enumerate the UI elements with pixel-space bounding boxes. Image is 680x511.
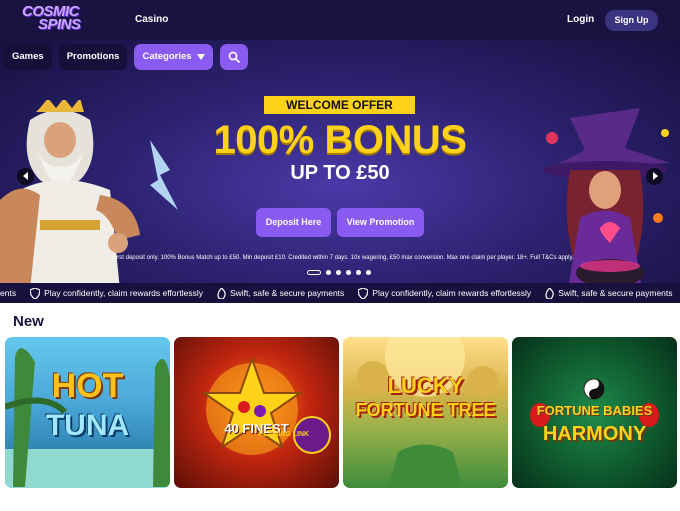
carousel-dot[interactable] bbox=[346, 270, 351, 275]
flame-icon bbox=[217, 287, 226, 299]
carousel-prev-button[interactable] bbox=[17, 168, 34, 185]
search-button[interactable] bbox=[219, 44, 248, 70]
game-title-line-2: HARMONY bbox=[542, 423, 647, 445]
ticker-item: ents bbox=[0, 288, 16, 298]
bonus-subheadline: UP TO £50 bbox=[290, 162, 390, 184]
ticker-text: Play confidently, claim rewards effortle… bbox=[372, 288, 532, 298]
games-tab[interactable]: Games bbox=[4, 44, 52, 70]
ticker-text: Play confidently, claim rewards effortle… bbox=[44, 288, 203, 298]
game-title-line-2: FLAMING LINK bbox=[258, 431, 310, 438]
chevron-down-icon bbox=[196, 54, 205, 60]
chevron-right-icon bbox=[652, 172, 658, 180]
nav-casino-link[interactable]: Casino bbox=[135, 14, 168, 25]
ticker-text: ents bbox=[0, 288, 17, 298]
ticker-item: Swift, safe & secure payments bbox=[217, 287, 345, 299]
game-title-line-2: TUNA bbox=[45, 409, 130, 442]
deposit-here-button[interactable]: Deposit Here bbox=[256, 208, 331, 237]
game-tile-fortune-babies-harmony[interactable]: FORTUNE BABIES HARMONY bbox=[512, 337, 677, 488]
welcome-offer-badge: WELCOME OFFER bbox=[264, 96, 415, 114]
signup-button[interactable]: Sign Up bbox=[605, 10, 658, 31]
game-tile-hot-tuna[interactable]: HOT TUNA bbox=[5, 337, 170, 488]
promotions-tab[interactable]: Promotions bbox=[58, 44, 128, 70]
login-button[interactable]: Login bbox=[567, 14, 594, 25]
offer-terms-text: First deposit only. 100% Bonus Match up … bbox=[112, 255, 574, 261]
game-tile-40-finest-flaming-link[interactable]: 40 FINEST FLAMING LINK bbox=[174, 337, 339, 488]
star-icon bbox=[200, 355, 331, 455]
view-promotion-button[interactable]: View Promotion bbox=[337, 208, 424, 237]
carousel-next-button[interactable] bbox=[646, 168, 663, 185]
game-title-line-1: FORTUNE BABIES bbox=[536, 403, 653, 418]
flame-icon bbox=[545, 287, 554, 299]
carousel-pagination bbox=[307, 270, 371, 275]
game-title-line-1: LUCKY bbox=[387, 373, 464, 398]
chevron-left-icon bbox=[22, 172, 28, 180]
sub-navigation: Games Promotions Categories bbox=[4, 44, 248, 70]
carousel-dot[interactable] bbox=[366, 270, 371, 275]
hero-banner: Games Promotions Categories WELCOME OFFE… bbox=[0, 40, 680, 283]
game-title-line-2: FORTUNE TREE bbox=[355, 400, 496, 420]
ticker-item: Play confidently, claim rewards effortle… bbox=[358, 287, 532, 299]
game-title-line-1: HOT bbox=[51, 367, 124, 405]
top-bar: COSMIC SPINS Casino Login Sign Up bbox=[0, 0, 680, 40]
carousel-dot[interactable] bbox=[356, 270, 361, 275]
ticker-text: Swift, safe & secure payments bbox=[558, 288, 673, 298]
carousel-dot[interactable] bbox=[326, 270, 331, 275]
shield-icon bbox=[358, 287, 369, 299]
carousel-dot[interactable] bbox=[336, 270, 341, 275]
ticker-item: Swift, safe & secure payments bbox=[545, 287, 673, 299]
ticker-item: Play confidently, claim rewards effortle… bbox=[30, 287, 203, 299]
carousel-dot[interactable] bbox=[307, 270, 321, 275]
categories-label: Categories bbox=[142, 51, 192, 62]
ticker-text: Swift, safe & secure payments bbox=[229, 288, 345, 298]
benefits-ticker: ents Play confidently, claim rewards eff… bbox=[0, 283, 680, 303]
bonus-headline: 100% BONUS bbox=[213, 118, 467, 162]
section-title-new: New bbox=[13, 313, 44, 330]
categories-dropdown[interactable]: Categories bbox=[134, 44, 213, 70]
game-tile-lucky-fortune-tree[interactable]: LUCKY FORTUNE TREE bbox=[343, 337, 508, 488]
search-icon bbox=[228, 51, 240, 63]
shield-icon bbox=[30, 287, 41, 299]
cosmic-spins-logo[interactable]: COSMIC SPINS bbox=[22, 4, 108, 35]
